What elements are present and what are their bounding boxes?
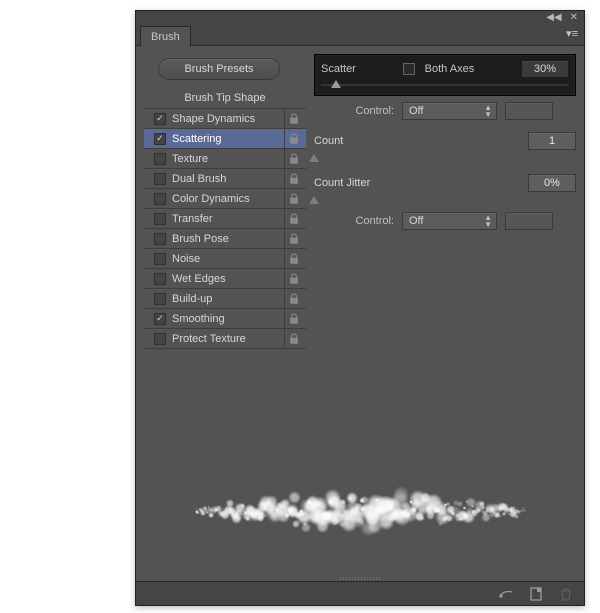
left-column: Brush Presets Brush Tip Shape Shape Dyna… [144, 54, 306, 349]
option-label: Noise [172, 253, 200, 265]
tab-brush[interactable]: Brush [140, 26, 191, 46]
count-jitter-control-row: Control: Off ▲▼ [314, 210, 576, 232]
option-row-smoothing[interactable]: Smoothing [144, 309, 306, 329]
panel-titlebar: ◀◀ ✕ [136, 10, 584, 24]
option-row-wet-edges[interactable]: Wet Edges [144, 269, 306, 289]
lock-icon[interactable] [284, 149, 302, 169]
option-label: Scattering [172, 133, 222, 145]
option-row-texture[interactable]: Texture [144, 149, 306, 169]
right-column: Scatter Both Axes 30% Control: [314, 54, 576, 349]
option-row-scattering[interactable]: Scattering [144, 129, 306, 149]
scatter-control-value [505, 102, 553, 120]
scatter-group: Scatter Both Axes 30% [314, 54, 576, 96]
scatter-control-select[interactable]: Off ▲▼ [402, 102, 497, 120]
option-label: Smoothing [172, 313, 225, 325]
option-checkbox[interactable] [154, 173, 166, 185]
option-checkbox[interactable] [154, 113, 166, 125]
lock-icon[interactable] [284, 329, 302, 349]
option-label: Texture [172, 153, 208, 165]
option-row-protect-texture[interactable]: Protect Texture [144, 329, 306, 349]
lock-icon[interactable] [284, 229, 302, 249]
count-jitter-value-input[interactable]: 0% [528, 174, 576, 192]
control-label: Control: [314, 105, 394, 117]
select-arrows-icon: ▲▼ [484, 214, 492, 228]
count-value-input[interactable]: 1 [528, 132, 576, 150]
option-row-transfer[interactable]: Transfer [144, 209, 306, 229]
option-checkbox[interactable] [154, 333, 166, 345]
lock-icon[interactable] [284, 129, 302, 149]
count-label: Count [314, 135, 343, 147]
count-jitter-slider[interactable] [314, 196, 576, 206]
option-checkbox[interactable] [154, 253, 166, 265]
count-jitter-group: Count Jitter 0% [314, 174, 576, 206]
option-row-brush-pose[interactable]: Brush Pose [144, 229, 306, 249]
option-checkbox[interactable] [154, 273, 166, 285]
panel-body: Brush Presets Brush Tip Shape Shape Dyna… [136, 46, 584, 605]
scatter-slider[interactable] [321, 81, 569, 89]
option-label: Wet Edges [172, 273, 226, 285]
count-slider-thumb[interactable] [309, 154, 319, 162]
lock-icon[interactable] [284, 309, 302, 329]
button-label: Brush Presets [184, 63, 253, 75]
delete-brush-icon [558, 586, 574, 602]
option-label: Protect Texture [172, 333, 246, 345]
option-checkbox[interactable] [154, 133, 166, 145]
lock-icon[interactable] [284, 289, 302, 309]
count-jitter-label: Count Jitter [314, 177, 370, 189]
lock-icon[interactable] [284, 189, 302, 209]
option-checkbox[interactable] [154, 193, 166, 205]
brush-tip-shape-header[interactable]: Brush Tip Shape [144, 88, 306, 108]
option-label: Dual Brush [172, 173, 226, 185]
option-checkbox[interactable] [154, 233, 166, 245]
count-jitter-control-select[interactable]: Off ▲▼ [402, 212, 497, 230]
brush-options-list: Shape Dynamics Scattering Texture Dual Brus… [144, 108, 306, 349]
lock-icon[interactable] [284, 169, 302, 189]
close-icon[interactable]: ✕ [570, 13, 578, 23]
count-jitter-slider-thumb[interactable] [309, 196, 319, 204]
panel-footer [136, 581, 584, 605]
both-axes-label: Both Axes [425, 63, 475, 75]
count-group: Count 1 [314, 132, 576, 164]
select-arrows-icon: ▲▼ [484, 104, 492, 118]
count-jitter-control-value [505, 212, 553, 230]
option-label: Transfer [172, 213, 213, 225]
lock-icon[interactable] [284, 249, 302, 269]
option-row-dual-brush[interactable]: Dual Brush [144, 169, 306, 189]
brush-presets-button[interactable]: Brush Presets [158, 58, 280, 80]
scatter-control-row: Control: Off ▲▼ [314, 100, 576, 122]
brush-preview [144, 455, 576, 567]
option-checkbox[interactable] [154, 153, 166, 165]
brush-panel: ◀◀ ✕ Brush ▾≡ Brush Presets Brush Tip Sh… [135, 10, 585, 606]
option-label: Color Dynamics [172, 193, 250, 205]
toggle-preview-icon[interactable] [498, 586, 514, 602]
both-axes-checkbox[interactable] [403, 63, 415, 75]
option-checkbox[interactable] [154, 313, 166, 325]
scatter-value-input[interactable]: 30% [521, 60, 569, 78]
scatter-slider-thumb[interactable] [331, 80, 341, 88]
count-slider[interactable] [314, 154, 576, 164]
new-brush-icon[interactable] [528, 586, 544, 602]
control-label: Control: [314, 215, 394, 227]
option-row-shape-dynamics[interactable]: Shape Dynamics [144, 109, 306, 129]
tab-strip: Brush ▾≡ [136, 24, 584, 46]
option-row-noise[interactable]: Noise [144, 249, 306, 269]
lock-icon[interactable] [284, 209, 302, 229]
option-row-build-up[interactable]: Build-up [144, 289, 306, 309]
option-row-color-dynamics[interactable]: Color Dynamics [144, 189, 306, 209]
lock-icon[interactable] [284, 109, 302, 129]
lock-icon[interactable] [284, 269, 302, 289]
option-label: Brush Pose [172, 233, 229, 245]
option-label: Shape Dynamics [172, 113, 255, 125]
option-checkbox[interactable] [154, 213, 166, 225]
option-checkbox[interactable] [154, 293, 166, 305]
collapse-icon[interactable]: ◀◀ [546, 13, 561, 23]
scatter-label: Scatter [321, 63, 356, 75]
panel-menu-icon[interactable]: ▾≡ [566, 27, 578, 40]
tab-label: Brush [151, 31, 180, 43]
option-label: Build-up [172, 293, 212, 305]
